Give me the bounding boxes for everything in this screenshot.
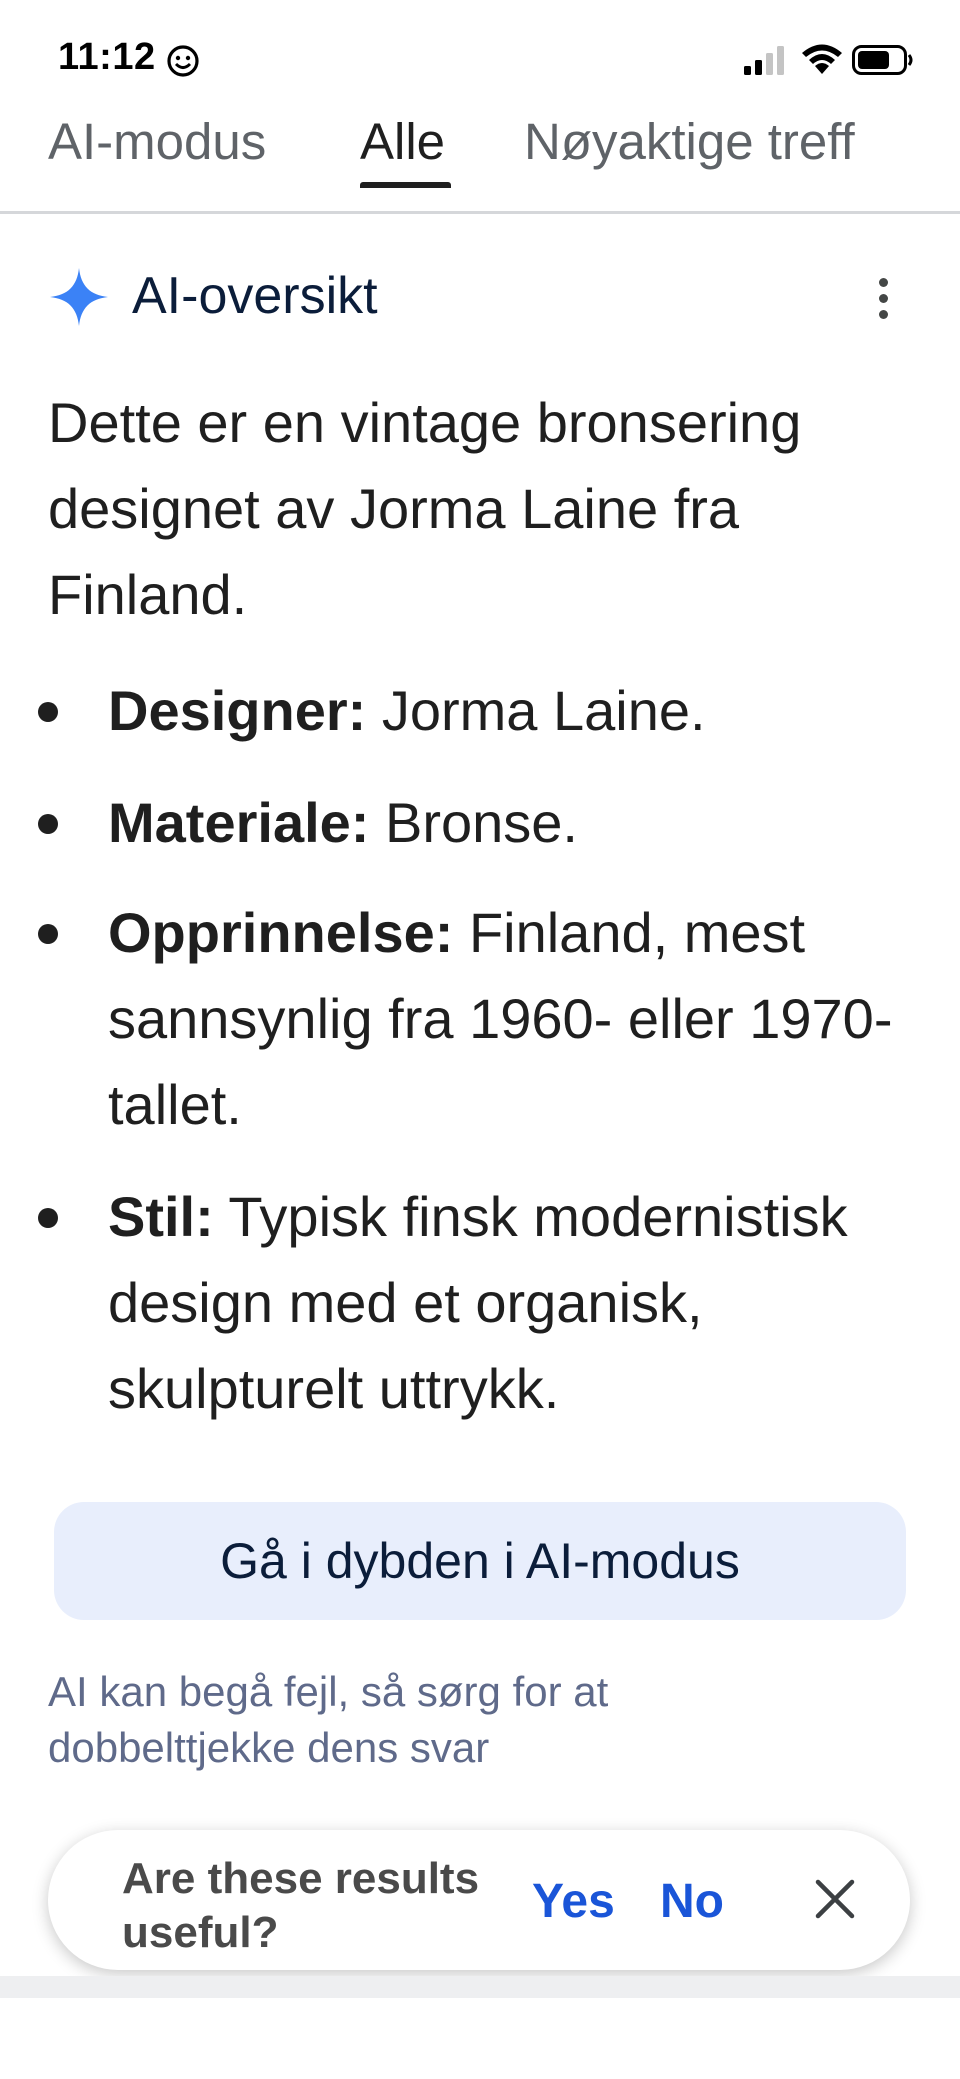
- bullet-dot: [38, 924, 58, 944]
- bullet-dot: [38, 1208, 58, 1228]
- search-tabs: AI-modus Alle Nøyaktige treff: [0, 110, 960, 214]
- bullet-text: Stil: Typisk finsk modernistisk design m…: [108, 1174, 928, 1432]
- close-icon[interactable]: [812, 1876, 858, 1922]
- bullet-term: Stil:: [108, 1185, 214, 1248]
- bullet-dot: [38, 702, 58, 722]
- ai-overview-title: AI-oversikt: [132, 267, 378, 325]
- smiley-icon: [167, 45, 199, 77]
- status-time: 11:12: [58, 36, 156, 78]
- ai-sparkle-icon: [50, 268, 108, 326]
- battery-icon: [852, 45, 913, 75]
- tab-exact-matches[interactable]: Nøyaktige treff: [524, 112, 855, 171]
- dive-deeper-ai-mode-button[interactable]: Gå i dybden i AI-modus: [54, 1502, 906, 1620]
- feedback-question: Are these results useful?: [122, 1854, 480, 1957]
- bullet-value: Jorma Laine.: [366, 679, 706, 742]
- bullet-term: Opprinnelse:: [108, 901, 454, 964]
- ai-disclaimer: AI kan begå fejl, så sørg for at dobbelt…: [48, 1668, 609, 1771]
- bottom-divider: [0, 1976, 960, 1998]
- ai-overview-header: AI-oversikt: [48, 262, 918, 332]
- active-tab-indicator: [360, 182, 451, 188]
- cellular-signal-icon: [744, 46, 784, 75]
- more-options-icon[interactable]: [866, 270, 902, 326]
- ai-overview-intro: Dette er en vintage bronsering designet …: [48, 391, 802, 626]
- tab-ai-mode[interactable]: AI-modus: [48, 112, 266, 171]
- bullet-value: Bronse.: [369, 791, 578, 854]
- bullet-dot: [38, 814, 58, 834]
- status-bar: 11:12: [0, 0, 960, 110]
- tab-all[interactable]: Alle: [360, 112, 445, 171]
- bullet-term: Designer:: [108, 679, 367, 742]
- tabs-divider: [0, 211, 960, 214]
- wifi-icon: [802, 44, 842, 74]
- page: 11:12 AI-modus Alle Nøyaktige treff AI-o…: [0, 0, 960, 2079]
- feedback-yes-button[interactable]: Yes: [532, 1874, 615, 1929]
- bullet-text: Opprinnelse: Finland, mest sannsynlig fr…: [108, 890, 928, 1148]
- bullet-text: Designer: Jorma Laine.: [108, 668, 928, 754]
- feedback-bar: Are these results useful? Yes No: [48, 1830, 910, 1970]
- bullet-term: Materiale:: [108, 791, 370, 854]
- bullet-text: Materiale: Bronse.: [108, 780, 928, 866]
- feedback-no-button[interactable]: No: [660, 1874, 724, 1929]
- bullet-value: Typisk finsk modernistisk design med et …: [108, 1185, 848, 1420]
